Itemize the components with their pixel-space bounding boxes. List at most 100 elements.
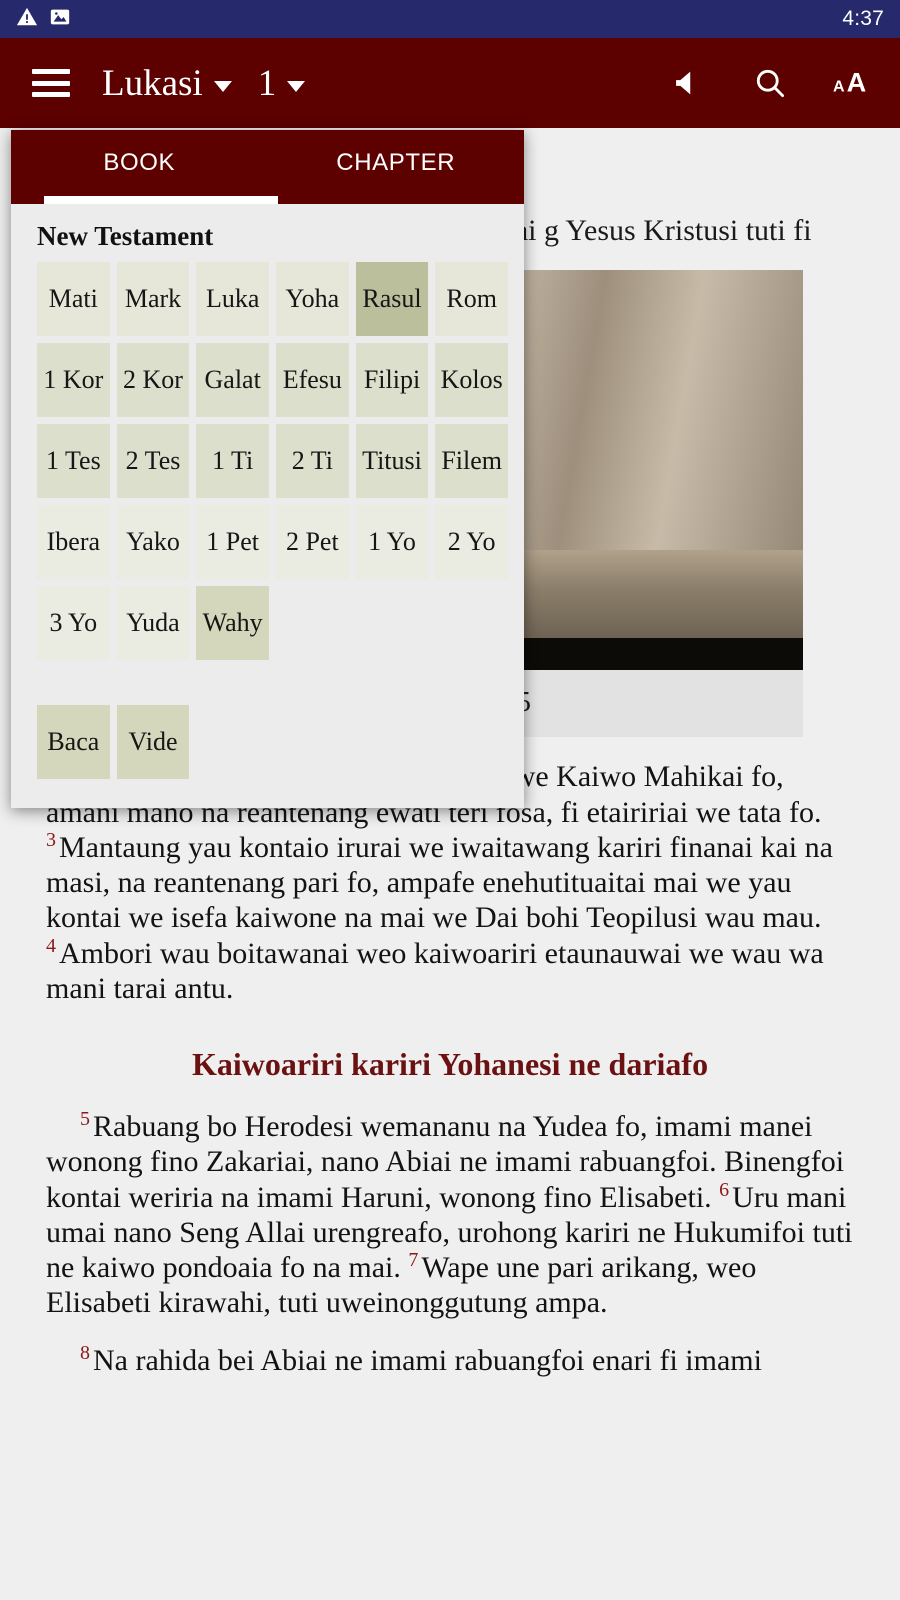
book-cell-2-ti[interactable]: 2 Ti <box>275 424 349 498</box>
book-cell-label: Ibera <box>46 527 101 556</box>
book-cell-label: Filem <box>441 446 502 475</box>
book-cell-label: Mark <box>124 284 182 313</box>
testament-label: New Testament <box>37 221 214 251</box>
book-dropdown-button[interactable]: Lukasi <box>102 62 232 105</box>
chapter-dropdown-button[interactable]: 1 <box>258 62 306 105</box>
book-cell-label: 1 Ti <box>212 446 254 475</box>
verse-paragraph-2: 5 Rabuang bo Herodesi wemananu na Yudea f… <box>0 1087 900 1321</box>
book-cell-rom[interactable]: Rom <box>435 262 508 336</box>
book-cell-label: Baca <box>47 727 100 756</box>
verse-number: 3 <box>46 828 56 851</box>
book-cell-label: Titusi <box>362 446 422 475</box>
book-cell-label: Yoha <box>285 284 340 313</box>
book-cell-titusi[interactable]: Titusi <box>355 424 429 498</box>
chevron-down-icon <box>287 80 306 92</box>
book-cell-label: Filipi <box>363 365 421 394</box>
book-cell-label: 1 Pet <box>206 527 260 556</box>
verse-number: 8 <box>80 1341 90 1364</box>
book-cell-label: Kolos <box>440 365 503 394</box>
verse-number: 7 <box>408 1249 419 1272</box>
book-grid: Mati Mark Luka Yoha Rasul Rom 1 Kor 2 Kor Galat E… <box>27 262 508 660</box>
book-cell-label: 2 Tes <box>125 446 181 475</box>
verse-text: Ambori wau boitawanai weo kaiwoariri eta… <box>46 936 824 1005</box>
verse-number: 4 <box>46 934 56 957</box>
book-cell-1-ti[interactable]: 1 Ti <box>196 424 269 498</box>
verse-paragraph-3: 8 Na rahida bei Abiai ne imami rabuangfoi… <box>0 1321 900 1378</box>
book-cell-label: Yuda <box>126 608 180 637</box>
book-cell-wahy[interactable]: Wahy <box>196 586 269 660</box>
tab-chapter[interactable]: CHAPTER <box>268 130 525 204</box>
book-cell-luka[interactable]: Luka <box>196 262 269 336</box>
book-cell-2-yo[interactable]: 2 Yo <box>435 505 508 579</box>
book-cell-label: 3 Yo <box>49 608 98 637</box>
book-cell-empty <box>356 586 429 660</box>
book-cell-filem[interactable]: Filem <box>435 424 508 498</box>
book-cell-label: Vide <box>128 727 178 756</box>
extras-cell-vide[interactable]: Vide <box>116 705 190 779</box>
book-cell-label: Mati <box>48 284 98 313</box>
book-cell-mark[interactable]: Mark <box>116 262 190 336</box>
book-cell-3-yo[interactable]: 3 Yo <box>37 586 110 660</box>
book-cell-2-pet[interactable]: 2 Pet <box>275 505 349 579</box>
selector-tabs: BOOK CHAPTER <box>11 130 524 204</box>
audio-icon[interactable] <box>664 61 708 105</box>
verse-text: Mantaung yau kontaio irurai we iwaitawan… <box>46 830 833 935</box>
chapter-dropdown-label: 1 <box>257 62 277 104</box>
book-cell-1-tes[interactable]: 1 Tes <box>37 424 110 498</box>
status-bar-clock: 4:37 <box>842 7 884 30</box>
tab-active-indicator <box>44 196 278 204</box>
book-cell-empty <box>276 586 349 660</box>
status-bar-icons <box>16 6 71 33</box>
verse-number: 6 <box>719 1178 730 1201</box>
app-bar: Lukasi 1 A A <box>0 38 900 128</box>
book-cell-2-kor[interactable]: 2 Kor <box>116 343 190 417</box>
book-cell-1-yo[interactable]: 1 Yo <box>355 505 429 579</box>
status-bar: 4:37 <box>0 0 900 38</box>
extras-cell-baca[interactable]: Baca <box>37 705 110 779</box>
book-cell-rasul[interactable]: Rasul <box>355 262 429 336</box>
book-cell-label: Wahy <box>202 608 263 637</box>
text-size-icon[interactable]: A A <box>832 61 876 105</box>
book-cell-filipi[interactable]: Filipi <box>355 343 429 417</box>
hamburger-menu-icon[interactable] <box>32 69 70 97</box>
verse-text: Na rahida bei Abiai ne imami rabuangfoi … <box>93 1343 762 1377</box>
book-cell-label: 2 Ti <box>291 446 333 475</box>
book-cell-1-kor[interactable]: 1 Kor <box>37 343 110 417</box>
app-bar-actions: A A <box>664 61 876 105</box>
book-cell-label: 2 Kor <box>123 365 183 394</box>
book-cell-label: Luka <box>205 284 260 313</box>
book-cell-label: 1 Tes <box>45 446 101 475</box>
book-cell-label: Rom <box>446 284 497 313</box>
book-cell-label: 1 Yo <box>368 527 416 556</box>
book-cell-2-tes[interactable]: 2 Tes <box>116 424 190 498</box>
book-cell-label: Galat <box>204 365 261 394</box>
book-cell-1-pet[interactable]: 1 Pet <box>196 505 269 579</box>
book-cell-galat[interactable]: Galat <box>196 343 269 417</box>
book-cell-ibera[interactable]: Ibera <box>37 505 110 579</box>
svg-text:A: A <box>833 78 845 96</box>
book-cell-empty <box>435 586 508 660</box>
image-icon <box>49 6 71 33</box>
selector-body: New Testament Mati Mark Luka Yoha Rasul Rom 1 … <box>11 204 524 808</box>
warning-triangle-icon <box>16 6 38 33</box>
verse-number: 5 <box>80 1108 90 1131</box>
book-cell-label: 2 Yo <box>447 527 496 556</box>
extras-grid: Baca Vide <box>27 705 508 779</box>
book-cell-label: 2 Pet <box>285 527 339 556</box>
search-icon[interactable] <box>748 61 792 105</box>
book-cell-label: Efesu <box>282 365 342 394</box>
book-selector-panel: BOOK CHAPTER New Testament Mati Mark Luka Y… <box>11 130 524 808</box>
book-cell-label: Yako <box>126 527 180 556</box>
book-dropdown-label: Lukasi <box>102 62 203 104</box>
book-cell-yoha[interactable]: Yoha <box>275 262 349 336</box>
tab-book[interactable]: BOOK <box>11 130 268 204</box>
book-cell-mati[interactable]: Mati <box>37 262 110 336</box>
book-cell-label: 1 Kor <box>43 365 104 394</box>
book-cell-kolos[interactable]: Kolos <box>435 343 508 417</box>
book-cell-label: Rasul <box>362 284 422 313</box>
chevron-down-icon <box>213 80 232 92</box>
book-cell-yuda[interactable]: Yuda <box>116 586 190 660</box>
section-heading: Kaiwoariri kariri Yohanesi ne dariafo <box>191 1046 709 1083</box>
book-cell-efesu[interactable]: Efesu <box>275 343 349 417</box>
book-cell-yako[interactable]: Yako <box>116 505 190 579</box>
